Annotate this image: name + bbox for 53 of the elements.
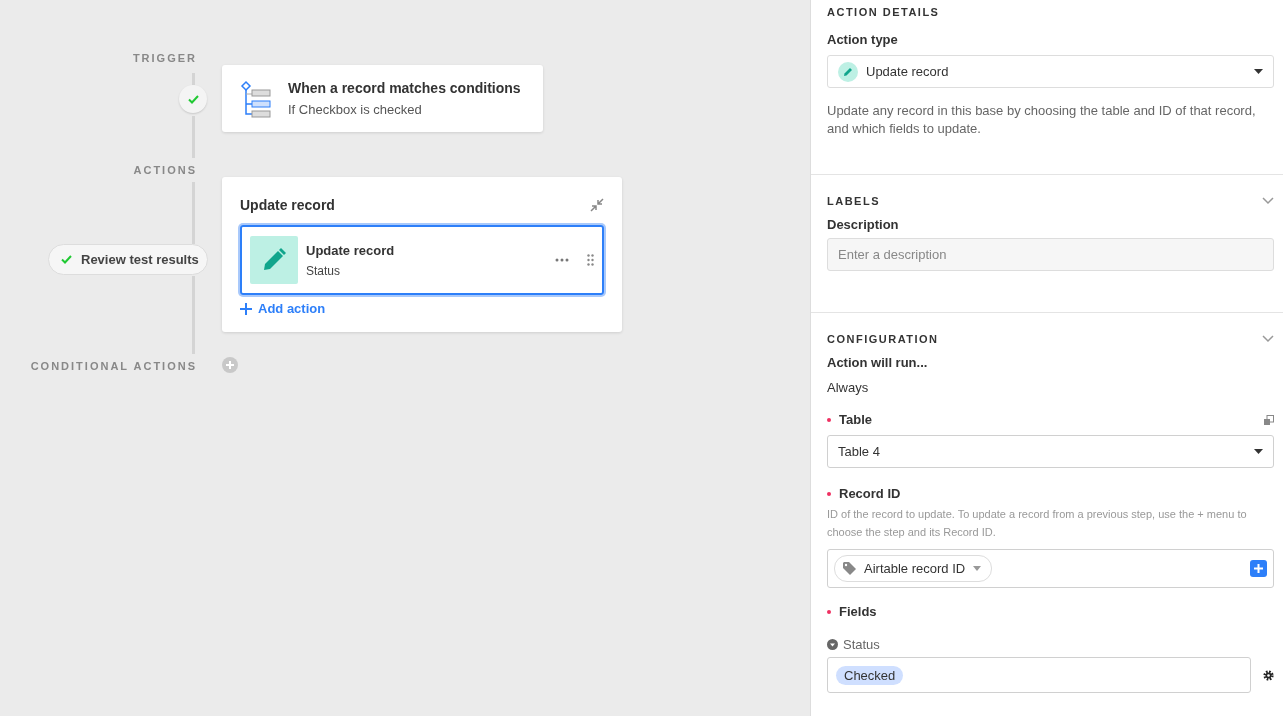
more-icon[interactable] (555, 258, 569, 262)
chevron-icon[interactable] (1262, 197, 1274, 205)
pencil-icon (838, 61, 858, 82)
field-label: Fields (839, 604, 877, 619)
step-subtitle: Status (306, 263, 342, 278)
dropdown-value: Update record (866, 64, 950, 79)
action-group-title: Update record (240, 197, 335, 213)
field-name: Status (843, 637, 880, 652)
help-text: ID of the record to update. To update a record from a previous step, use the + menu to choose the step and its Record ID. (827, 507, 1248, 540)
help-text: Update any record in this base by choosing the table and ID of that record, and which fields to update. (827, 102, 1257, 138)
check-icon (187, 94, 199, 104)
conditions-icon (238, 79, 274, 118)
value-chip: Checked (836, 665, 904, 685)
section-heading: ACTION DETAILS (827, 6, 940, 18)
review-test-results-button[interactable]: Review test results (48, 244, 208, 275)
caret-icon (1254, 69, 1263, 74)
add-icon[interactable] (1250, 560, 1267, 577)
copy-icon[interactable] (1264, 414, 1274, 425)
field-type-icon (827, 639, 838, 650)
trigger-title: When a record matches conditions (288, 80, 521, 96)
action-step[interactable]: Update record Status (240, 225, 604, 295)
dropdown-value: Table 4 (838, 444, 881, 459)
drag-handle-icon[interactable] (587, 254, 594, 266)
add-action-button[interactable]: Add action (240, 301, 326, 316)
caret-icon (973, 566, 982, 571)
tag-icon (843, 562, 856, 575)
check-icon (61, 255, 72, 264)
section-label: ACTIONS (133, 164, 197, 176)
field-label: Table (839, 412, 872, 427)
section-heading: LABELS (827, 195, 880, 207)
field-label: Action type (827, 32, 899, 47)
table-dropdown[interactable]: Table 4 (827, 435, 1274, 468)
pencil-icon (250, 236, 298, 284)
section-heading: CONFIGURATION (827, 333, 939, 345)
settings-icon[interactable] (1263, 669, 1274, 681)
step-title: Update record (306, 242, 396, 258)
trigger-condition: If Checkbox is checked (288, 102, 423, 117)
plus-icon (240, 302, 252, 315)
chevron-icon[interactable] (1262, 335, 1274, 343)
run-condition: Always (827, 380, 870, 395)
section-label: CONDITIONAL ACTIONS (30, 360, 197, 372)
record-id-field[interactable]: Airtable record ID (827, 549, 1274, 588)
caret-icon (1254, 449, 1263, 454)
field-label: Record ID (839, 486, 901, 501)
field-value-input[interactable]: Checked (827, 657, 1251, 693)
section-label: TRIGGER (132, 52, 197, 64)
collapse-icon[interactable] (590, 198, 604, 212)
field-label: Description (827, 217, 900, 232)
record-id-token[interactable]: Airtable record ID (834, 555, 993, 582)
field-label: Action will run... (827, 355, 929, 370)
description-field[interactable]: Enter a description (827, 238, 1274, 271)
trigger-card[interactable]: When a record matches conditions If Checkbox is checked (222, 65, 543, 132)
action-type-dropdown[interactable]: Update record (827, 55, 1274, 88)
